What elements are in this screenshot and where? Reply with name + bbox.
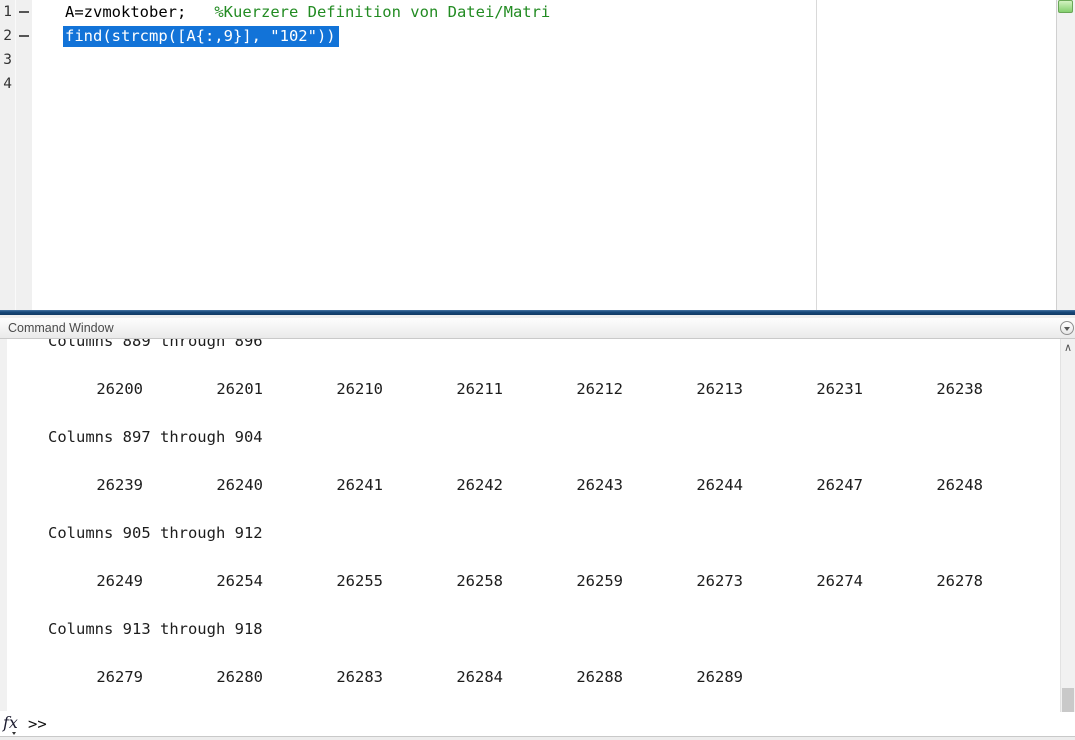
- line-number-gutter: 1 2 3 4: [0, 0, 16, 310]
- command-prompt-row[interactable]: fx >>: [0, 712, 1075, 736]
- output-value: 26242: [456, 476, 503, 494]
- fx-function-hints-button[interactable]: fx: [3, 713, 23, 735]
- output-columns-header: Columns 897 through 904: [48, 428, 263, 446]
- output-columns-header: Columns 913 through 918: [48, 620, 263, 638]
- command-window-body[interactable]: Columns 889 through 896 26200 26201 26210 2…: [0, 339, 1075, 736]
- code-line-2[interactable]: find(strcmp([A{:,9}], "102")): [32, 24, 1056, 48]
- analyzer-ok-icon[interactable]: [1058, 0, 1073, 13]
- editor-pane[interactable]: 1 2 3 4 A=zvmoktober; %Kuerzere Definition …: [0, 0, 1075, 310]
- output-value: 26239: [96, 476, 143, 494]
- selected-code[interactable]: find(strcmp([A{:,9}], "102")): [63, 26, 339, 47]
- output-value: 26213: [696, 380, 743, 398]
- circle-caret-down-icon[interactable]: [1060, 321, 1074, 335]
- output-value: 26243: [576, 476, 623, 494]
- code-area[interactable]: A=zvmoktober; %Kuerzere Definition von D…: [32, 0, 1056, 310]
- output-value: 26278: [936, 572, 983, 590]
- output-value: 26254: [216, 572, 263, 590]
- output-value: 26240: [216, 476, 263, 494]
- output-value: 26258: [456, 572, 503, 590]
- output-value: 26241: [336, 476, 383, 494]
- code-analyzer-bar[interactable]: [1056, 0, 1075, 310]
- output-value: 26273: [696, 572, 743, 590]
- output-values-row: 26200 26201 26210 26211 26212 26213 26231 26238: [7, 377, 1060, 401]
- output-header-clipped: Columns 889 through 896: [48, 339, 263, 350]
- output-value: 26231: [816, 380, 863, 398]
- output-value: 26284: [456, 668, 503, 686]
- breakpoint-slot[interactable]: [16, 48, 32, 72]
- output-value: 26201: [216, 380, 263, 398]
- line-number: 3: [3, 52, 12, 68]
- command-window-left-margin: [0, 339, 7, 711]
- executable-line-dash-icon: [19, 11, 29, 13]
- output-value: 26212: [576, 380, 623, 398]
- command-window-title: Command Window: [8, 321, 114, 335]
- output-value: 26259: [576, 572, 623, 590]
- output-value: 26255: [336, 572, 383, 590]
- output-values-row: 26279 26280 26283 26284 26288 26289: [7, 665, 1060, 689]
- output-value: 26279: [96, 668, 143, 686]
- output-value: 26247: [816, 476, 863, 494]
- scroll-up-icon[interactable]: ∧: [1061, 341, 1075, 355]
- output-value: 26248: [936, 476, 983, 494]
- command-window-output: Columns 889 through 896 26200 26201 26210 2…: [7, 339, 1060, 708]
- output-value: 26274: [816, 572, 863, 590]
- code-line-3[interactable]: [32, 48, 1056, 72]
- line-number: 1: [3, 4, 12, 20]
- column-limit-line: [816, 0, 817, 310]
- output-columns-header: Columns 905 through 912: [48, 524, 263, 542]
- line-number: 4: [3, 76, 12, 92]
- output-value: 26288: [576, 668, 623, 686]
- breakpoint-slot[interactable]: [16, 72, 32, 96]
- breakpoint-slot[interactable]: [16, 24, 32, 48]
- code-comment: %Kuerzere Definition von Datei/Matri: [186, 3, 551, 21]
- output-value: 26210: [336, 380, 383, 398]
- bottom-edge: [0, 736, 1075, 740]
- output-values-row: 26249 26254 26255 26258 26259 26273 26274 26278: [7, 569, 1060, 593]
- output-values-row: 26239 26240 26241 26242 26243 26244 26247 26248: [7, 473, 1060, 497]
- command-window-titlebar[interactable]: Command Window: [0, 318, 1075, 339]
- scrollbar-thumb[interactable]: [1062, 688, 1074, 712]
- output-value: 26289: [696, 668, 743, 686]
- output-value: 26249: [96, 572, 143, 590]
- command-prompt[interactable]: >>: [28, 712, 47, 736]
- code-line-1[interactable]: A=zvmoktober; %Kuerzere Definition von D…: [32, 0, 1056, 24]
- output-value: 26200: [96, 380, 143, 398]
- output-value: 26283: [336, 668, 383, 686]
- execute-marker-gutter[interactable]: [16, 0, 32, 310]
- executable-line-dash-icon: [19, 35, 29, 37]
- code-text: A=zvmoktober;: [65, 3, 187, 21]
- output-value: 26244: [696, 476, 743, 494]
- line-number: 2: [3, 28, 12, 44]
- vertical-scrollbar[interactable]: ∧ ∨: [1060, 339, 1075, 732]
- output-value: 26280: [216, 668, 263, 686]
- breakpoint-slot[interactable]: [16, 0, 32, 24]
- code-line-4[interactable]: [32, 72, 1056, 96]
- matlab-window: 1 2 3 4 A=zvmoktober; %Kuerzere Definition …: [0, 0, 1075, 740]
- output-value: 26211: [456, 380, 503, 398]
- output-value: 26238: [936, 380, 983, 398]
